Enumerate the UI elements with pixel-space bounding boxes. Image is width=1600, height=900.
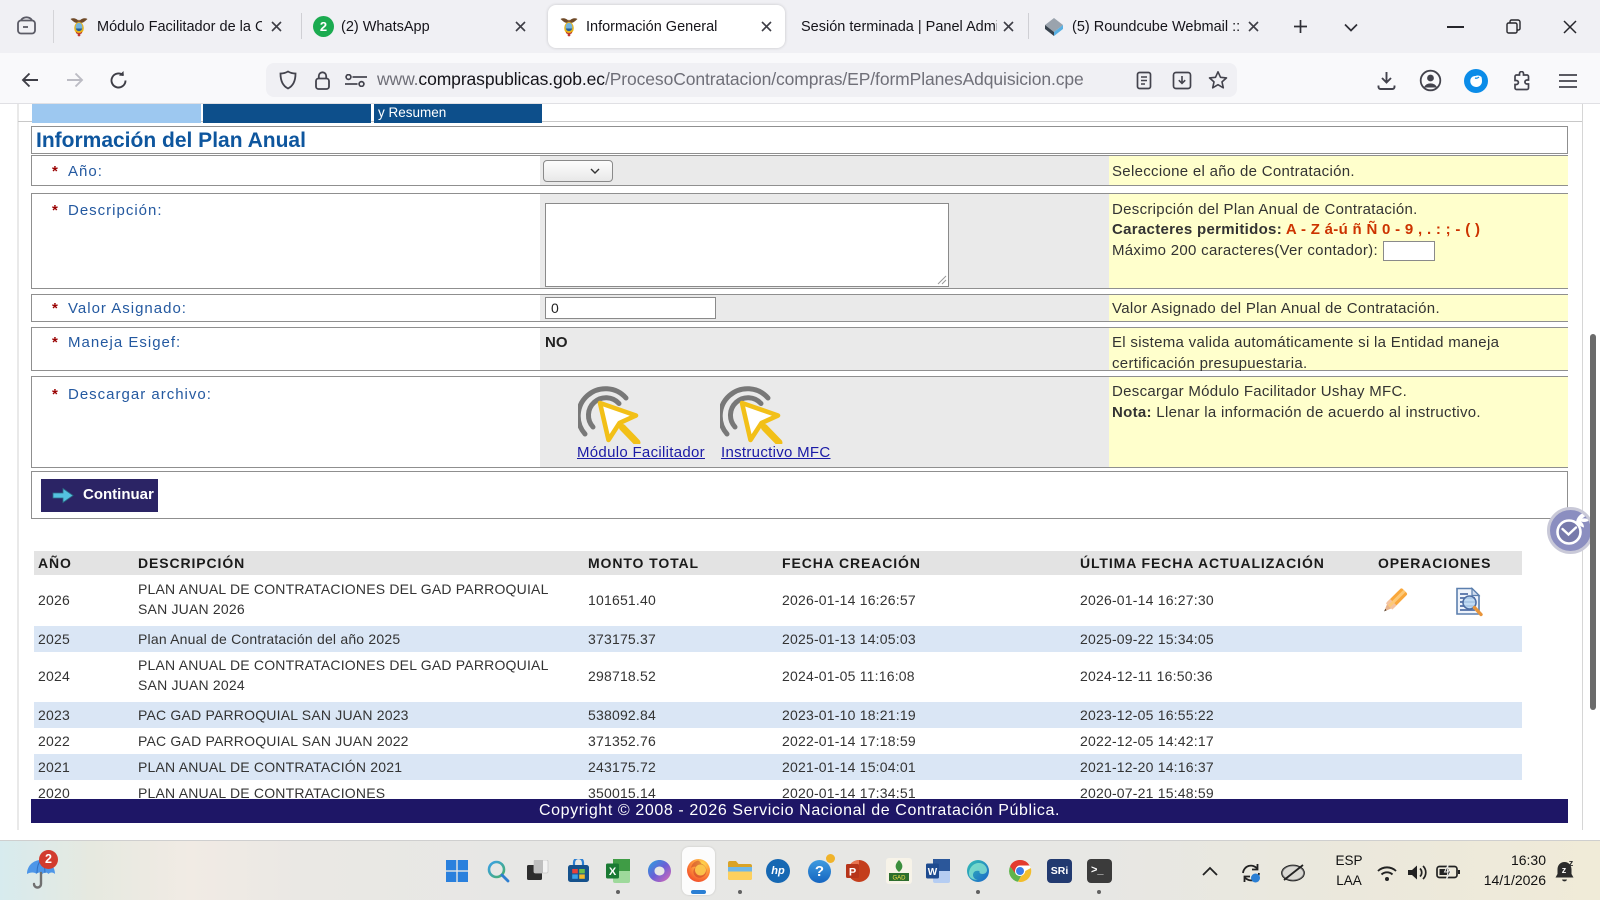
svg-text:W: W: [928, 867, 938, 878]
svg-text:P: P: [849, 867, 856, 879]
svg-text:z: z: [1569, 860, 1574, 868]
svg-text:z: z: [1562, 865, 1567, 875]
svg-text:X: X: [609, 866, 617, 878]
svg-text:GAD: GAD: [892, 876, 906, 882]
